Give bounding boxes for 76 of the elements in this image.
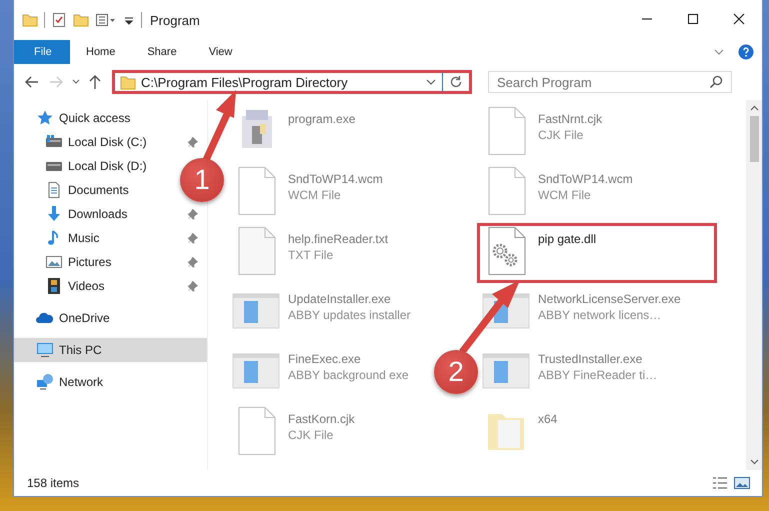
star-icon <box>36 109 54 127</box>
local-disk-item[interactable]: Local Disk (D:) <box>14 154 153 178</box>
scroll-up-icon[interactable] <box>750 104 758 112</box>
this-pc-item[interactable]: This PC <box>14 338 207 362</box>
search-field[interactable]: Search Program <box>488 71 732 93</box>
file-item[interactable]: SndToWP14.wcm WCM File <box>478 164 683 222</box>
file-item[interactable]: TrustedInstaller.exe ABBY FineReader ti… <box>478 344 683 402</box>
file-type: CJK File <box>538 128 584 142</box>
file-item[interactable]: FineExec.exe ABBY background exe <box>228 344 433 402</box>
file-item[interactable]: x64 <box>478 404 683 462</box>
checklist-icon[interactable] <box>51 12 67 28</box>
pin-icon[interactable] <box>187 136 199 148</box>
file-item[interactable]: FastNrnt.cjk CJK File <box>478 104 683 162</box>
file-name: SndToWP14.wcm <box>538 172 633 186</box>
pictures-item[interactable]: Pictures <box>14 250 207 274</box>
file-name: help.fineReader.txt <box>288 232 388 246</box>
pin-icon[interactable] <box>187 232 199 244</box>
videos-item[interactable]: Videos <box>14 274 207 298</box>
file-type: CJK File <box>288 428 334 442</box>
file-type: ABBY FineReader ti… <box>538 368 658 382</box>
folder-icon <box>120 74 136 90</box>
ribbon-tab[interactable]: View <box>192 40 248 64</box>
file-type: ABBY updates installer <box>288 308 411 322</box>
file-name: FineExec.exe <box>288 352 362 366</box>
file-type: WCM File <box>538 188 592 202</box>
file-name: TrustedInstaller.exe <box>538 352 644 366</box>
file-name: NetworkLicenseServer.exe <box>538 292 681 306</box>
view-options-icon[interactable] <box>95 12 117 28</box>
large-icons-view-icon[interactable] <box>734 476 750 490</box>
pin-icon[interactable] <box>187 256 199 268</box>
documents-item[interactable]: Documents <box>14 178 135 202</box>
address-path: C:\Program Files\Program Directory <box>141 74 349 90</box>
file-item[interactable]: FastKorn.cjk CJK File <box>228 404 433 462</box>
onedrive-item[interactable]: OneDrive <box>14 306 116 330</box>
downloads-item[interactable]: Downloads <box>14 202 207 226</box>
network-icon <box>36 373 54 391</box>
address-bar[interactable]: C:\Program Files\Program Directory <box>112 70 472 94</box>
file-item[interactable]: program.exe <box>228 104 433 162</box>
file-name: x64 <box>538 412 558 426</box>
music-item[interactable]: Music <box>14 226 207 250</box>
file-item[interactable]: pip gate.dll <box>478 224 716 282</box>
file-type: ABBY background exe <box>288 368 409 382</box>
pin-icon[interactable] <box>187 280 199 292</box>
network-item[interactable]: Network <box>14 370 110 394</box>
search-icon[interactable] <box>709 75 723 89</box>
monitor-icon <box>36 341 54 359</box>
file-name: program.exe <box>288 112 356 126</box>
ribbon-tab[interactable]: Home <box>70 40 132 64</box>
file-item[interactable]: SndToWP14.wcm WCM File <box>228 164 433 222</box>
file-name: pip gate.dll <box>538 232 596 246</box>
file-name: FastKorn.cjk <box>288 412 355 426</box>
picture-icon <box>45 253 63 271</box>
local-disk-item[interactable]: Local Disk (C:) <box>14 130 207 154</box>
callout-arrow <box>458 280 522 352</box>
scroll-down-icon[interactable] <box>750 458 758 466</box>
film-icon <box>45 277 63 295</box>
scrollbar[interactable] <box>746 100 762 470</box>
file-item[interactable]: UpdateInstaller.exe ABBY updates installer <box>228 284 433 342</box>
scrollbar-thumb[interactable] <box>750 116 758 162</box>
file-type: WCM File <box>288 188 342 202</box>
file-type: TXT File <box>288 248 334 262</box>
pin-icon[interactable] <box>187 208 199 220</box>
file-type: ABBY network licens… <box>538 308 662 322</box>
file-item[interactable]: help.fineReader.txt TXT File <box>228 224 433 282</box>
refresh-icon[interactable] <box>448 74 464 90</box>
details-view-icon[interactable] <box>712 476 728 490</box>
file-name: SndToWP14.wcm <box>288 172 383 186</box>
file-name: UpdateInstaller.exe <box>288 292 392 306</box>
download-arrow-icon <box>45 205 63 223</box>
ribbon-tab[interactable]: Share <box>131 40 193 64</box>
quick-access-item[interactable]: Quick access <box>14 106 136 130</box>
window-title: Program <box>150 12 200 28</box>
help-icon[interactable] <box>738 44 754 60</box>
file-name: FastNrnt.cjk <box>538 112 602 126</box>
item-count: 158 items <box>27 476 80 490</box>
file-menu-button[interactable]: File <box>14 40 70 64</box>
